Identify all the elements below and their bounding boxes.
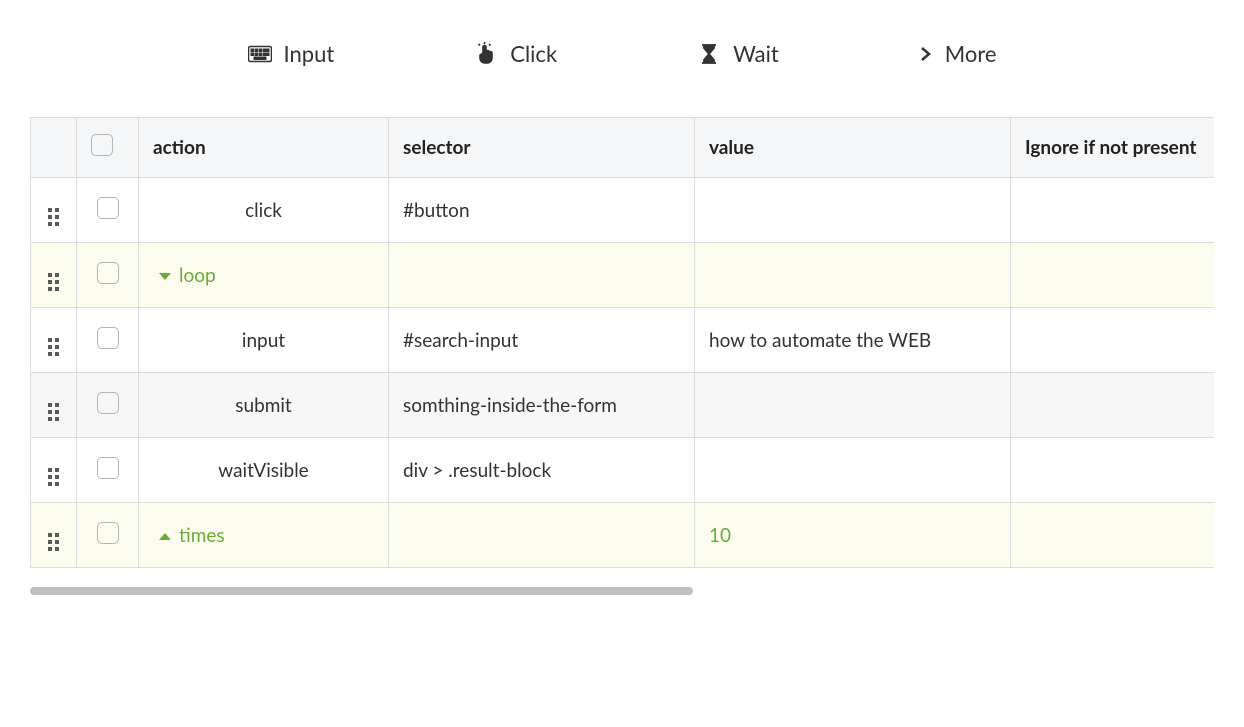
header-ignore[interactable]: Ignore if not present [1011,118,1215,178]
row-checkbox[interactable] [77,438,139,503]
hourglass-icon [697,42,721,66]
toolbar-wait-button[interactable]: Wait [697,40,779,67]
ignore-cell[interactable] [1011,503,1215,568]
row-checkbox[interactable] [77,373,139,438]
horizontal-scrollbar[interactable] [30,586,1214,596]
ignore-cell[interactable] [1011,243,1215,308]
drag-handle-cell[interactable] [31,243,77,308]
value-cell[interactable] [695,438,1011,503]
action-cell[interactable]: times [139,503,389,568]
steps-table-wrapper: action selector value Ignore if not pres… [30,117,1214,596]
action-cell[interactable]: click [139,178,389,243]
header-action[interactable]: action [139,118,389,178]
table-row[interactable]: waitVisible div > .result-block [31,438,1215,503]
selector-cell[interactable] [389,503,695,568]
drag-handle-icon [48,338,59,356]
toolbar-wait-label: Wait [733,40,779,67]
toolbar-more-button[interactable]: More [919,40,997,67]
table-row-loop-end[interactable]: times 10 [31,503,1215,568]
value-cell[interactable] [695,373,1011,438]
table-row[interactable]: click #button [31,178,1215,243]
selector-cell[interactable]: #button [389,178,695,243]
row-checkbox[interactable] [77,243,139,308]
action-cell[interactable]: submit [139,373,389,438]
row-checkbox[interactable] [77,503,139,568]
scrollbar-thumb[interactable] [30,587,693,595]
toolbar-more-label: More [945,40,997,67]
toolbar-click-label: Click [510,40,557,67]
drag-handle-icon [48,273,59,291]
drag-handle-icon [48,403,59,421]
value-cell[interactable] [695,243,1011,308]
header-selector[interactable]: selector [389,118,695,178]
header-checkbox-all[interactable] [77,118,139,178]
selector-cell[interactable]: somthing-inside-the-form [389,373,695,438]
toolbar-input-button[interactable]: Input [248,40,335,67]
drag-handle-cell[interactable] [31,373,77,438]
row-checkbox[interactable] [77,178,139,243]
selector-cell[interactable]: div > .result-block [389,438,695,503]
keyboard-icon [248,42,272,66]
action-cell[interactable]: input [139,308,389,373]
steps-table: action selector value Ignore if not pres… [30,117,1214,568]
action-label: loop [179,264,216,287]
drag-handle-icon [48,208,59,226]
pointer-icon [474,42,498,66]
action-toolbar: Input Click Wait More [30,40,1214,67]
drag-handle-icon [48,533,59,551]
ignore-cell[interactable] [1011,308,1215,373]
selector-cell[interactable]: #search-input [389,308,695,373]
ignore-cell[interactable] [1011,438,1215,503]
action-cell[interactable]: loop [139,243,389,308]
table-row-loop-start[interactable]: loop [31,243,1215,308]
drag-handle-cell[interactable] [31,503,77,568]
table-header-row: action selector value Ignore if not pres… [31,118,1215,178]
action-label: times [179,524,225,547]
caret-up-icon [159,533,171,540]
row-checkbox[interactable] [77,308,139,373]
ignore-cell[interactable] [1011,178,1215,243]
toolbar-input-label: Input [284,40,335,67]
action-cell[interactable]: waitVisible [139,438,389,503]
header-drag-col [31,118,77,178]
header-value[interactable]: value [695,118,1011,178]
value-cell[interactable]: 10 [695,503,1011,568]
drag-handle-cell[interactable] [31,178,77,243]
chevron-right-icon [919,47,933,61]
value-cell[interactable] [695,178,1011,243]
selector-cell[interactable] [389,243,695,308]
toolbar-click-button[interactable]: Click [474,40,557,67]
table-row[interactable]: input #search-input how to automate the … [31,308,1215,373]
drag-handle-icon [48,468,59,486]
ignore-cell[interactable] [1011,373,1215,438]
drag-handle-cell[interactable] [31,308,77,373]
table-row[interactable]: submit somthing-inside-the-form [31,373,1215,438]
caret-down-icon [159,273,171,280]
drag-handle-cell[interactable] [31,438,77,503]
value-cell[interactable]: how to automate the WEB [695,308,1011,373]
